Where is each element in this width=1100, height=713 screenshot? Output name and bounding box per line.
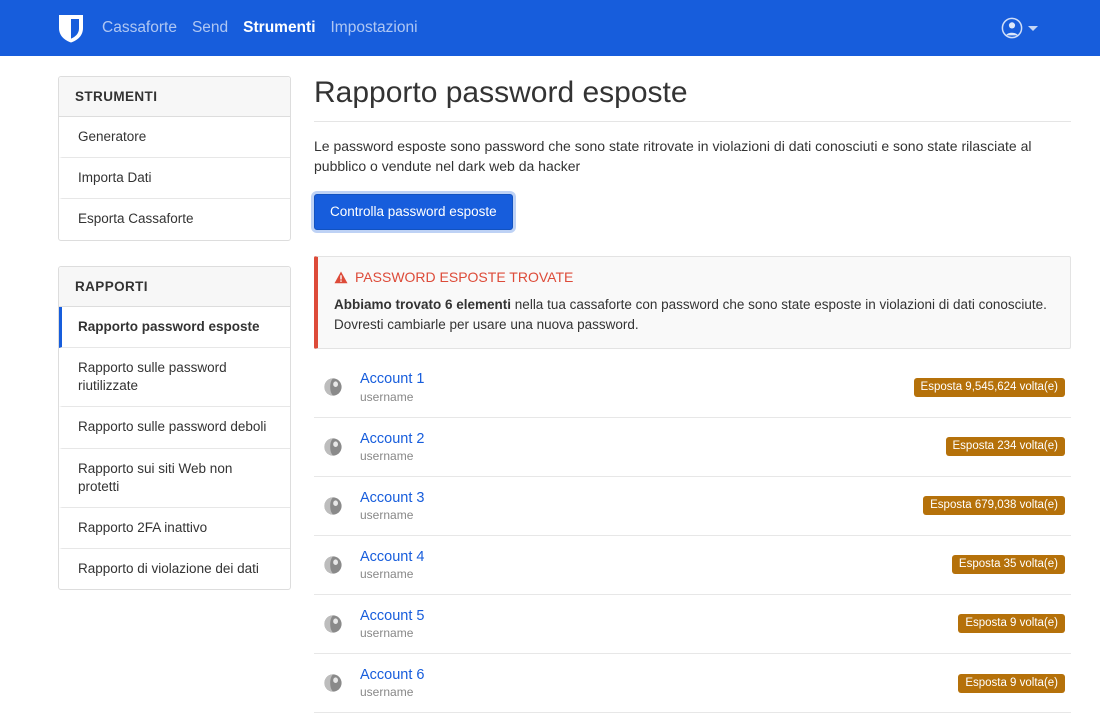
list-item-main: Account 6 username: [360, 666, 946, 700]
page-body: STRUMENTI Generatore Importa Dati Esport…: [0, 56, 1100, 713]
exposed-passwords-alert: PASSWORD ESPOSTE TROVATE Abbiamo trovato…: [314, 256, 1071, 350]
globe-icon: [324, 674, 342, 692]
top-navbar: Cassaforte Send Strumenti Impostazioni: [0, 0, 1100, 56]
list-item-name[interactable]: Account 1: [360, 370, 902, 388]
shield-logo-icon[interactable]: [58, 13, 84, 43]
sidebar-item-generatore[interactable]: Generatore: [59, 117, 290, 159]
alert-body-lead: Abbiamo trovato 6 elementi: [334, 297, 512, 313]
list-item[interactable]: Account 6 username Esposta 9 volta(e): [314, 654, 1071, 713]
nav-link-impostazioni[interactable]: Impostazioni: [331, 20, 418, 36]
list-item-username: username: [360, 389, 414, 404]
alert-title-text: PASSWORD ESPOSTE TROVATE: [355, 269, 574, 286]
title-divider: [314, 120, 1071, 122]
list-item-username: username: [360, 685, 414, 700]
list-item[interactable]: Account 3 username Esposta 679,038 volta…: [314, 477, 1071, 536]
status-badge: Esposta 9 volta(e): [958, 614, 1065, 634]
check-exposed-passwords-button[interactable]: Controlla password esposte: [314, 194, 513, 231]
sidebar-item-importa-dati[interactable]: Importa Dati: [59, 158, 290, 200]
list-item-username: username: [360, 626, 414, 641]
list-item-main: Account 2 username: [360, 430, 934, 464]
list-item-name[interactable]: Account 5: [360, 607, 946, 625]
warning-triangle-icon: [334, 271, 348, 284]
tools-list: Generatore Importa Dati Esporta Cassafor…: [59, 117, 290, 240]
sidebar-item-rapporto-password-riutilizzate[interactable]: Rapporto sulle password riutilizzate: [59, 348, 290, 408]
list-item-main: Account 4 username: [360, 548, 940, 582]
sidebar-item-rapporto-siti-non-protetti[interactable]: Rapporto sui siti Web non protetti: [59, 449, 290, 508]
sidebar: STRUMENTI Generatore Importa Dati Esport…: [58, 76, 291, 615]
list-item-main: Account 5 username: [360, 607, 946, 641]
account-menu-button[interactable]: [1001, 17, 1038, 39]
list-item[interactable]: Account 2 username Esposta 234 volta(e): [314, 418, 1071, 477]
page-title: Rapporto password esposte: [314, 76, 688, 109]
list-item-name[interactable]: Account 2: [360, 430, 934, 448]
sidebar-item-rapporto-password-deboli[interactable]: Rapporto sulle password deboli: [59, 407, 290, 449]
list-item[interactable]: Account 4 username Esposta 35 volta(e): [314, 536, 1071, 595]
status-badge: Esposta 35 volta(e): [951, 555, 1065, 575]
sidebar-item-esporta-cassaforte[interactable]: Esporta Cassaforte: [59, 199, 290, 239]
nav-link-send[interactable]: Send: [192, 20, 228, 36]
list-item-name[interactable]: Account 4: [360, 548, 940, 566]
list-item-main: Account 1 username: [360, 370, 902, 404]
status-badge: Esposta 234 volta(e): [945, 437, 1065, 457]
status-badge: Esposta 9,545,624 volta(e): [913, 377, 1065, 397]
globe-icon: [324, 615, 342, 633]
nav-link-cassaforte[interactable]: Cassaforte: [102, 20, 177, 36]
list-item[interactable]: Account 1 username Esposta 9,545,624 vol…: [314, 357, 1071, 418]
reports-list: Rapporto password esposte Rapporto sulle…: [59, 306, 290, 590]
navbar-links: Cassaforte Send Strumenti Impostazioni: [102, 20, 418, 36]
list-item-username: username: [360, 566, 414, 581]
alert-title-row: PASSWORD ESPOSTE TROVATE: [334, 269, 1054, 285]
tools-card: STRUMENTI Generatore Importa Dati Esport…: [58, 76, 291, 241]
list-item-main: Account 3 username: [360, 489, 911, 523]
chevron-down-icon: [1028, 25, 1038, 31]
list-item-username: username: [360, 507, 414, 522]
status-badge: Esposta 9 volta(e): [958, 673, 1065, 693]
list-item[interactable]: Account 5 username Esposta 9 volta(e): [314, 595, 1071, 655]
sidebar-item-rapporto-violazione-dati[interactable]: Rapporto di violazione dei dati: [59, 549, 290, 589]
globe-icon: [324, 556, 342, 574]
tools-card-header: STRUMENTI: [59, 77, 290, 117]
globe-icon: [324, 378, 342, 397]
nav-link-strumenti[interactable]: Strumenti: [243, 20, 315, 36]
main-content: Rapporto password esposte Le password es…: [306, 76, 1071, 713]
user-circle-icon: [1001, 17, 1023, 39]
sidebar-item-rapporto-2fa-inattivo[interactable]: Rapporto 2FA inattivo: [59, 508, 290, 550]
status-badge: Esposta 679,038 volta(e): [923, 496, 1065, 516]
exposed-items-list: Account 1 username Esposta 9,545,624 vol…: [314, 357, 1071, 713]
page-description: Le password esposte sono password che so…: [314, 137, 1032, 174]
list-item-name[interactable]: Account 3: [360, 489, 911, 507]
navbar-left-group: Cassaforte Send Strumenti Impostazioni: [0, 13, 418, 43]
globe-icon: [324, 437, 342, 456]
reports-card-header: RAPPORTI: [59, 266, 290, 307]
globe-icon: [324, 497, 342, 515]
list-item-username: username: [360, 448, 414, 463]
sidebar-item-rapporto-password-esposte[interactable]: Rapporto password esposte: [59, 306, 290, 348]
alert-body: Abbiamo trovato 6 elementi nella tua cas…: [334, 295, 1054, 334]
reports-card: RAPPORTI Rapporto password esposte Rappo…: [58, 265, 291, 591]
list-item-name[interactable]: Account 6: [360, 666, 946, 684]
